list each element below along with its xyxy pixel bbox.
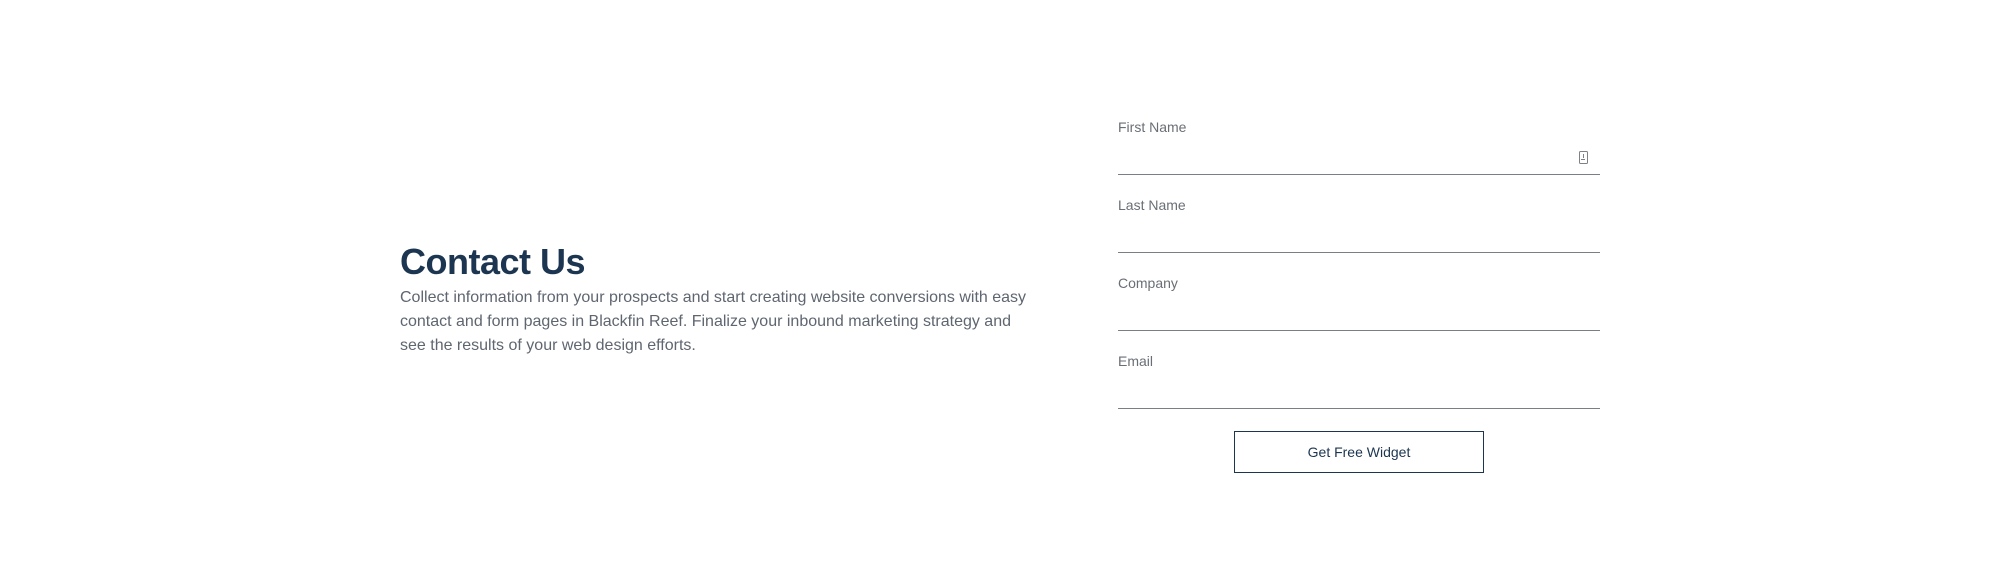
get-free-widget-button[interactable]: Get Free Widget — [1234, 431, 1484, 473]
company-field: Company — [1118, 273, 1600, 351]
last-name-label: Last Name — [1118, 197, 1186, 213]
page-title: Contact Us — [400, 241, 586, 282]
first-name-input[interactable] — [1118, 137, 1600, 175]
contact-intro: Contact Us Collect information from your… — [400, 240, 1040, 358]
email-label: Email — [1118, 353, 1154, 369]
last-name-field: Last Name — [1118, 195, 1600, 273]
company-input[interactable] — [1118, 293, 1600, 331]
first-name-field: First Name — [1118, 117, 1600, 195]
first-name-label: First Name — [1118, 119, 1187, 135]
last-name-input[interactable] — [1118, 215, 1600, 253]
company-label: Company — [1118, 275, 1178, 291]
submit-area: Get Free Widget — [1118, 431, 1600, 491]
autofill-contact-icon[interactable] — [1579, 151, 1588, 164]
contact-description: Collect information from your prospects … — [400, 289, 1027, 354]
email-field: Email — [1118, 351, 1600, 429]
email-input[interactable] — [1118, 371, 1600, 409]
contact-form: First Name Last Name Company Email Get F… — [1118, 117, 1600, 491]
